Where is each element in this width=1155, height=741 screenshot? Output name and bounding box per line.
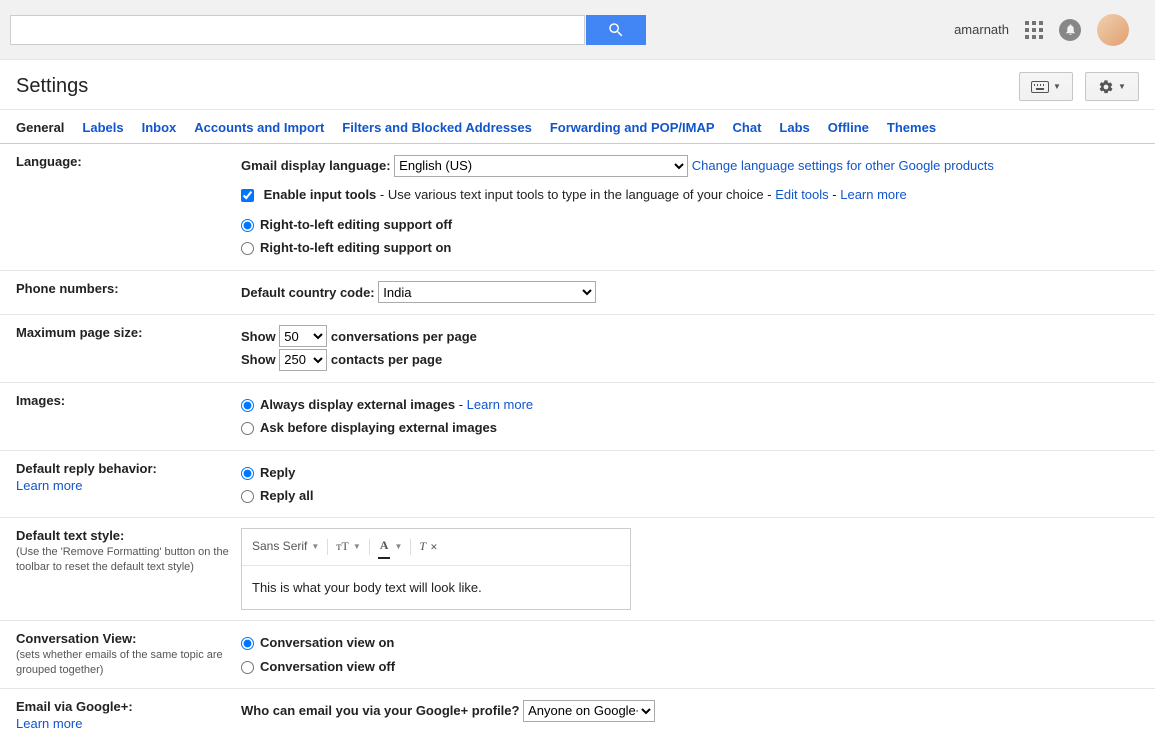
images-ask-radio[interactable] [241,422,254,435]
images-always-label: Always display external images [260,397,455,412]
conversation-off-label: Conversation view off [260,659,395,674]
input-tools-button[interactable]: ▼ [1019,72,1073,101]
avatar[interactable] [1097,14,1129,46]
contacts-per-page-select[interactable]: 250 [279,349,327,371]
reply-option-label: Reply [260,465,295,480]
pagesize-label: Maximum page size: [16,325,241,372]
keyboard-icon [1031,81,1049,93]
rtl-off-radio[interactable] [241,219,254,232]
remove-formatting-button[interactable]: T✕ [419,536,437,558]
username-label[interactable]: amarnath [954,22,1009,37]
phone-label: Phone numbers: [16,281,241,304]
page-title: Settings [16,75,88,98]
enable-input-tools-checkbox[interactable] [241,189,254,202]
font-family-dropdown[interactable]: Sans Serif ▼ [252,536,319,558]
conversation-on-label: Conversation view on [260,635,394,650]
gear-icon [1098,79,1114,95]
rtl-off-label: Right-to-left editing support off [260,217,452,232]
text-color-dropdown[interactable]: A ▼ [378,535,403,559]
notifications-icon[interactable] [1059,19,1081,41]
images-label: Images: [16,393,241,440]
tab-labs[interactable]: Labs [779,120,809,143]
tab-offline[interactable]: Offline [828,120,869,143]
rtl-on-radio[interactable] [241,242,254,255]
rtl-on-label: Right-to-left editing support on [260,240,451,255]
display-language-label: Gmail display language: [241,158,391,173]
conversation-off-radio[interactable] [241,661,254,674]
text-color-icon: A [378,535,391,559]
display-language-select[interactable]: English (US) [394,155,688,177]
remove-formatting-icon: T [419,536,426,558]
textstyle-label: Default text style: [16,528,124,543]
input-tools-learn-more-link[interactable]: Learn more [840,187,906,202]
tab-filters[interactable]: Filters and Blocked Addresses [342,120,532,143]
apps-icon[interactable] [1025,21,1043,39]
tab-inbox[interactable]: Inbox [142,120,177,143]
gplus-learn-more-link[interactable]: Learn more [16,716,231,731]
tab-labels[interactable]: Labels [82,120,123,143]
chevron-down-icon: ▼ [1118,82,1126,91]
chevron-down-icon: ▼ [1053,82,1061,91]
search-input[interactable] [10,15,585,45]
default-country-select[interactable]: India [378,281,596,303]
images-ask-label: Ask before displaying external images [260,420,497,435]
enable-input-tools-desc: - Use various text input tools to type i… [376,187,775,202]
language-label: Language: [16,154,241,260]
conversation-on-radio[interactable] [241,637,254,650]
gplus-select[interactable]: Anyone on Google+ [523,700,655,722]
edit-tools-link[interactable]: Edit tools [775,187,828,202]
reply-label: Default reply behavior: [16,461,157,476]
enable-input-tools-label: Enable input tools [264,187,377,202]
textstyle-sub: (Use the 'Remove Formatting' button on t… [16,545,231,574]
contacts-suffix: contacts per page [331,352,442,367]
reply-learn-more-link[interactable]: Learn more [16,478,231,493]
reply-all-option-label: Reply all [260,488,313,503]
settings-tabs: General Labels Inbox Accounts and Import… [0,110,1155,144]
text-size-icon: тT [336,536,349,558]
textstyle-preview: This is what your body text will look li… [242,566,630,609]
gplus-label: Email via Google+: [16,699,133,714]
default-country-label: Default country code: [241,285,375,300]
font-size-dropdown[interactable]: тT ▼ [336,536,361,558]
tab-forwarding[interactable]: Forwarding and POP/IMAP [550,120,715,143]
search-button[interactable] [586,15,646,45]
tab-general[interactable]: General [16,120,64,143]
gplus-question: Who can email you via your Google+ profi… [241,703,519,718]
change-language-link[interactable]: Change language settings for other Googl… [692,158,994,173]
conversation-label: Conversation View: [16,631,136,646]
tab-themes[interactable]: Themes [887,120,936,143]
conversation-sub: (sets whether emails of the same topic a… [16,648,231,677]
tab-accounts[interactable]: Accounts and Import [194,120,324,143]
reply-all-radio[interactable] [241,490,254,503]
images-learn-more-link[interactable]: Learn more [467,397,533,412]
settings-gear-button[interactable]: ▼ [1085,72,1139,101]
images-always-radio[interactable] [241,399,254,412]
conversations-per-page-select[interactable]: 50 [279,325,327,347]
conv-suffix: conversations per page [331,329,477,344]
tab-chat[interactable]: Chat [733,120,762,143]
reply-radio[interactable] [241,467,254,480]
search-icon [607,21,625,39]
